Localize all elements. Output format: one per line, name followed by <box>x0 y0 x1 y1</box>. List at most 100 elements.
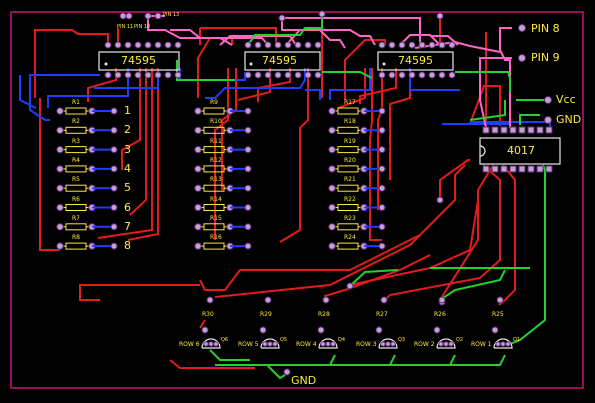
resistor-label: R7 <box>72 214 80 222</box>
ic-pad <box>134 71 142 79</box>
base-resistor-label: R25 <box>492 311 504 318</box>
output-pad <box>244 184 252 192</box>
resistor-pad <box>56 184 64 192</box>
ic-pad <box>294 71 302 79</box>
row-label: ROW 4 <box>296 341 317 348</box>
base-resistor-label: R29 <box>260 311 272 318</box>
base-pad <box>380 296 388 304</box>
transistor-pad <box>448 341 454 347</box>
ic-pad <box>438 41 446 49</box>
output-pad <box>378 165 386 173</box>
ic-pad <box>509 165 517 173</box>
ic-pad <box>134 41 142 49</box>
resistor-pad <box>328 165 336 173</box>
column-number: 3 <box>124 142 131 156</box>
ic-pad <box>294 41 302 49</box>
ic-pad <box>244 41 252 49</box>
output-pad <box>244 126 252 134</box>
resistor-pad <box>56 223 64 231</box>
row-label: ROW 6 <box>179 341 200 348</box>
resistor-label: R8 <box>72 234 80 242</box>
ic-pad <box>388 41 396 49</box>
resistor-pad <box>194 223 202 231</box>
row-label: ROW 5 <box>238 341 259 348</box>
ic-pad <box>174 71 182 79</box>
ic-pad <box>104 71 112 79</box>
output-pad <box>110 146 118 154</box>
resistor-label: R3 <box>72 137 80 145</box>
resistor-label: R6 <box>72 195 80 203</box>
ic-pad <box>509 126 517 134</box>
transistor-pad <box>385 341 391 347</box>
ic-pad <box>154 41 162 49</box>
transistor-pad <box>330 341 336 347</box>
ic-pad <box>378 41 386 49</box>
ic-pad <box>398 41 406 49</box>
column-number: 1 <box>124 104 131 117</box>
base-pad <box>264 296 272 304</box>
resistor-pad <box>194 165 202 173</box>
resistor-body <box>337 107 359 115</box>
resistor-body <box>65 146 87 154</box>
base-pad <box>491 326 499 334</box>
ic-pad <box>124 71 132 79</box>
resistor-pad <box>194 242 202 250</box>
ic-pad <box>164 71 172 79</box>
resistor-label: R23 <box>344 214 356 222</box>
resistor-pad <box>328 223 336 231</box>
resistor-pad <box>194 203 202 212</box>
ic-pad <box>491 126 499 134</box>
resistor-pad <box>56 107 64 115</box>
ic-pad <box>284 41 292 49</box>
base-pad <box>259 326 267 334</box>
pin9-label: PIN 9 <box>531 51 560 64</box>
resistor-label: R13 <box>210 176 222 184</box>
resistor-body <box>65 204 87 211</box>
resistor-label: R14 <box>210 195 222 203</box>
ic-pad <box>482 126 490 134</box>
resistor-pad <box>328 242 336 250</box>
ic-pad <box>418 71 426 79</box>
row-label: ROW 3 <box>356 341 377 348</box>
base-pad <box>433 326 441 334</box>
resistor-pad <box>56 203 64 212</box>
chip-sr2-label: 74595 <box>262 54 297 67</box>
resistor-body <box>337 165 359 173</box>
resistor-label: R18 <box>344 118 356 126</box>
ic-pad <box>388 71 396 79</box>
ic-pad <box>124 41 132 49</box>
transistor-pad <box>495 341 501 347</box>
ic-pad <box>114 71 122 79</box>
resistor-label: R11 <box>210 137 222 145</box>
transistor-label: Q1 <box>513 337 521 343</box>
transistor-pad <box>208 341 214 347</box>
ic-pad <box>448 41 456 49</box>
output-pad <box>244 146 252 154</box>
ic-pad <box>545 165 553 173</box>
resistor-pad <box>56 126 64 135</box>
base-pad <box>438 296 446 304</box>
transistor-pad <box>500 341 506 347</box>
ic-pad <box>438 71 446 79</box>
resistor-label: R10 <box>210 118 222 126</box>
ic-pad <box>518 126 526 134</box>
resistor-pad <box>56 145 64 154</box>
resistor-pad <box>328 145 336 154</box>
green-traces <box>176 18 546 380</box>
resistor-body <box>65 223 87 231</box>
base-pad <box>206 296 214 304</box>
transistor-pad <box>213 341 219 347</box>
base-pad <box>317 326 325 334</box>
ic-pad <box>408 41 416 49</box>
resistor-pad <box>328 126 336 135</box>
output-pad <box>378 146 386 154</box>
resistor-body <box>337 126 359 134</box>
ic-pad <box>174 41 182 49</box>
output-pad <box>244 223 252 231</box>
transistor-pad <box>380 341 386 347</box>
resistor-body <box>203 107 225 115</box>
ic-pad <box>104 41 112 49</box>
transistor-pad <box>438 341 444 347</box>
resistor-pad <box>194 184 202 192</box>
transistor-label: Q4 <box>338 337 346 343</box>
